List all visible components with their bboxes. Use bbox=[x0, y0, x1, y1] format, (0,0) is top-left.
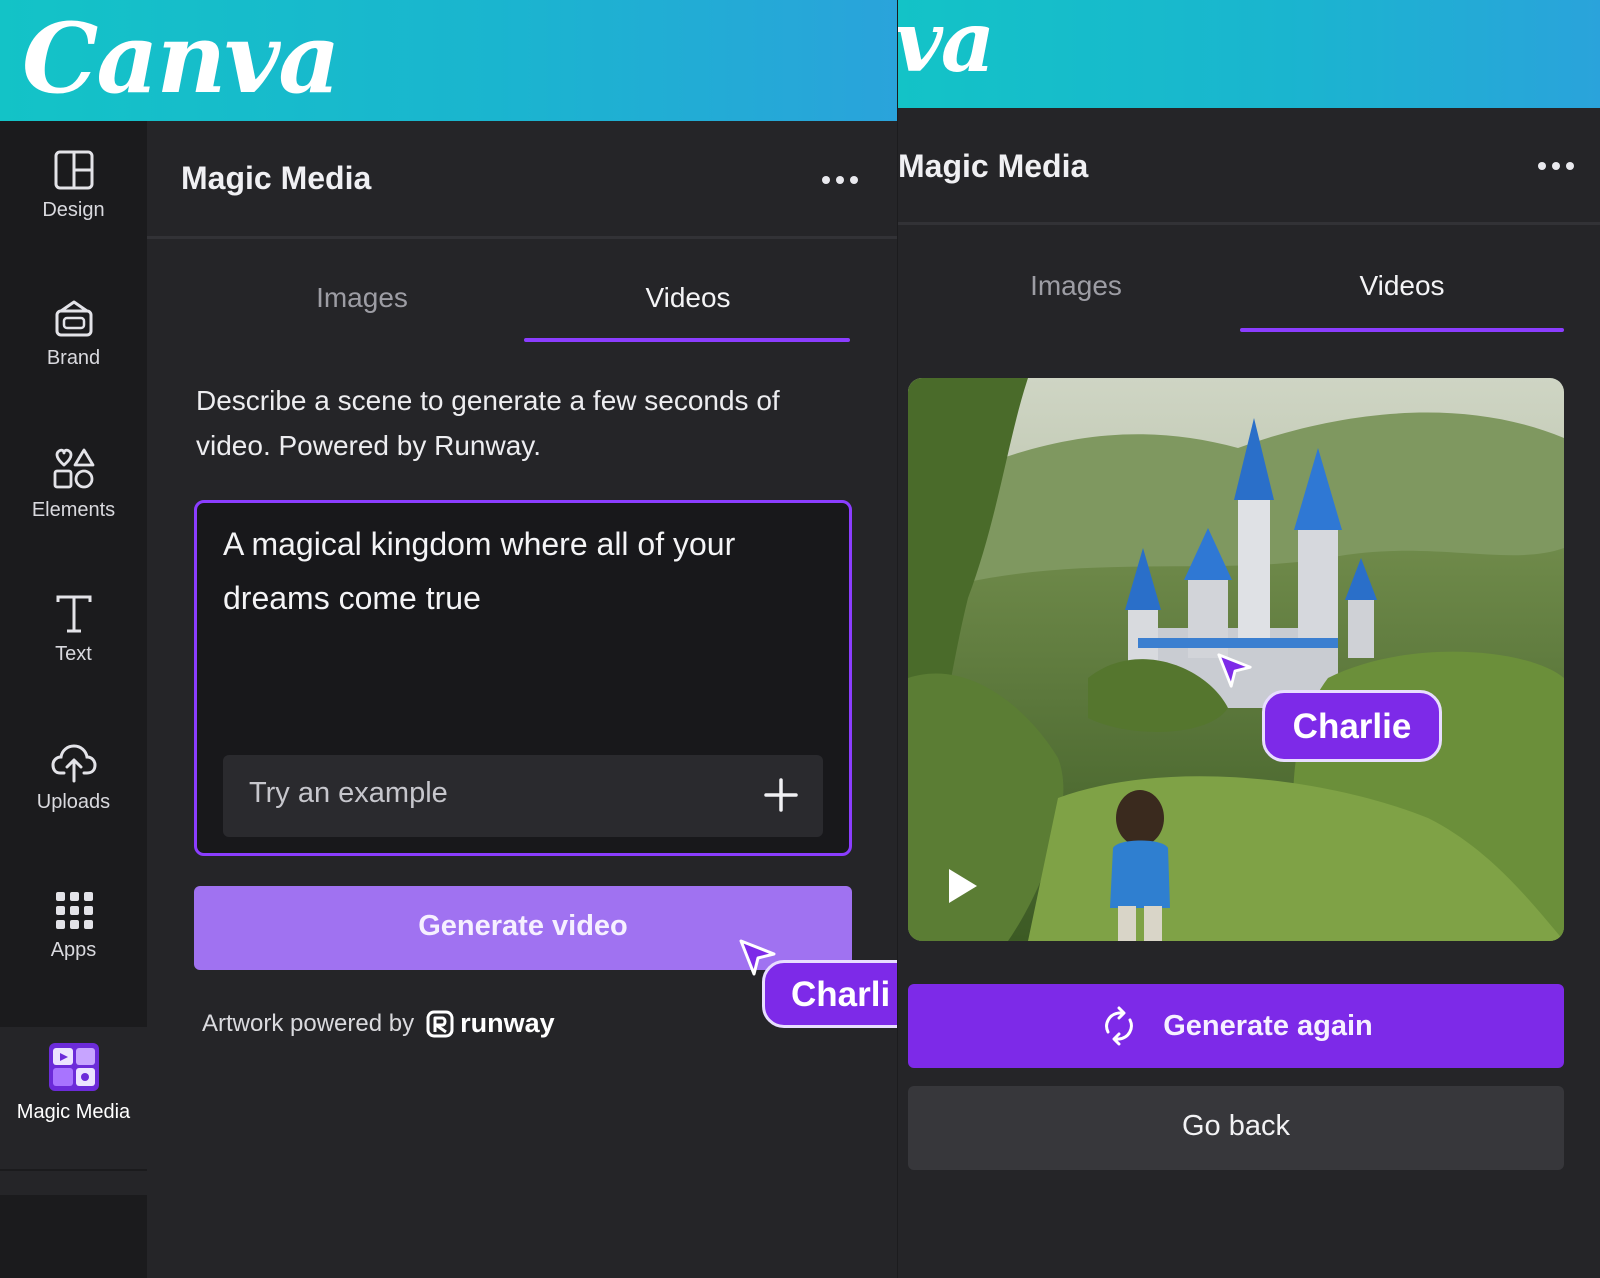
active-tab-indicator bbox=[1240, 328, 1564, 332]
go-back-label: Go back bbox=[1182, 1110, 1290, 1142]
cursor-arrow-icon bbox=[1217, 653, 1252, 688]
tab-images[interactable]: Images bbox=[262, 282, 462, 314]
side-nav: Design Brand Elements Text Uploads Apps … bbox=[0, 121, 147, 1278]
go-back-button[interactable]: Go back bbox=[908, 1086, 1564, 1170]
runway-logo-icon bbox=[426, 1010, 454, 1037]
text-icon bbox=[56, 595, 91, 633]
brand-bar: va bbox=[898, 0, 1600, 108]
active-tab-indicator bbox=[524, 338, 850, 342]
nav-label-elements: Elements bbox=[31, 499, 116, 521]
canva-logo[interactable]: Canva bbox=[22, 2, 340, 115]
magic-media-icon bbox=[48, 1043, 99, 1091]
collaborator-name-tag: Charlie bbox=[1262, 690, 1442, 762]
tab-images[interactable]: Images bbox=[976, 270, 1176, 302]
header-divider bbox=[147, 236, 898, 239]
nav-item-uploads[interactable]: Uploads bbox=[0, 741, 147, 881]
play-icon[interactable] bbox=[946, 866, 980, 906]
more-options-icon[interactable] bbox=[1538, 162, 1574, 170]
canva-logo[interactable]: va bbox=[898, 0, 995, 91]
nav-label-design: Design bbox=[42, 199, 105, 221]
nav-item-elements[interactable]: Elements bbox=[0, 445, 147, 585]
right-panel: va Magic Media Images Videos Charlie Gen… bbox=[898, 0, 1600, 1278]
nav-item-brand[interactable]: Brand bbox=[0, 297, 147, 437]
brand-kit-icon bbox=[55, 300, 92, 337]
nav-label-brand: Brand bbox=[46, 347, 101, 369]
prompt-textarea[interactable]: A magical kingdom where all of your drea… bbox=[194, 500, 852, 856]
try-example-label: Try an example bbox=[249, 777, 448, 809]
panel-title: Magic Media bbox=[898, 148, 1089, 184]
nav-item-design[interactable]: Design bbox=[0, 149, 147, 289]
shapes-icon bbox=[53, 448, 94, 489]
panel-title: Magic Media bbox=[181, 160, 372, 196]
runway-wordmark: runway bbox=[460, 1008, 555, 1038]
left-panel: Canva Design Brand Elements Text Uploads… bbox=[0, 0, 898, 1278]
nav-label-magic-media: Magic Media bbox=[16, 1101, 131, 1123]
refresh-icon bbox=[1105, 1006, 1134, 1046]
more-options-icon[interactable] bbox=[822, 176, 858, 184]
attribution-prefix: Artwork powered by bbox=[202, 1009, 415, 1037]
brand-bar: Canva bbox=[0, 0, 898, 121]
runway-brand: runway bbox=[426, 1008, 555, 1039]
rail-footer bbox=[0, 1171, 147, 1278]
prompt-value[interactable]: A magical kingdom where all of your drea… bbox=[223, 517, 783, 625]
generate-video-label: Generate video bbox=[418, 910, 628, 942]
upload-cloud-icon bbox=[50, 744, 97, 783]
header-divider bbox=[898, 222, 1600, 225]
nav-label-uploads: Uploads bbox=[36, 791, 111, 813]
attribution: Artwork powered by runway bbox=[202, 1008, 555, 1039]
generate-again-label: Generate again bbox=[1163, 1009, 1373, 1042]
nav-item-apps[interactable]: Apps bbox=[0, 889, 147, 1029]
generate-again-button[interactable]: Generate again bbox=[908, 984, 1564, 1068]
description: Describe a scene to generate a few secon… bbox=[196, 385, 780, 461]
apps-grid-icon bbox=[55, 892, 93, 929]
collaborator-name-tag: Charli bbox=[762, 960, 898, 1028]
plus-icon bbox=[764, 778, 798, 812]
nav-item-magic-media[interactable]: Magic Media bbox=[0, 1027, 147, 1169]
nav-label-text: Text bbox=[55, 643, 92, 665]
tab-videos[interactable]: Videos bbox=[1302, 270, 1502, 302]
layout-icon bbox=[54, 150, 93, 190]
nav-label-apps: Apps bbox=[50, 939, 97, 961]
try-example-button[interactable]: Try an example bbox=[223, 755, 823, 837]
nav-item-text[interactable]: Text bbox=[0, 593, 147, 733]
tab-videos[interactable]: Videos bbox=[588, 282, 788, 314]
